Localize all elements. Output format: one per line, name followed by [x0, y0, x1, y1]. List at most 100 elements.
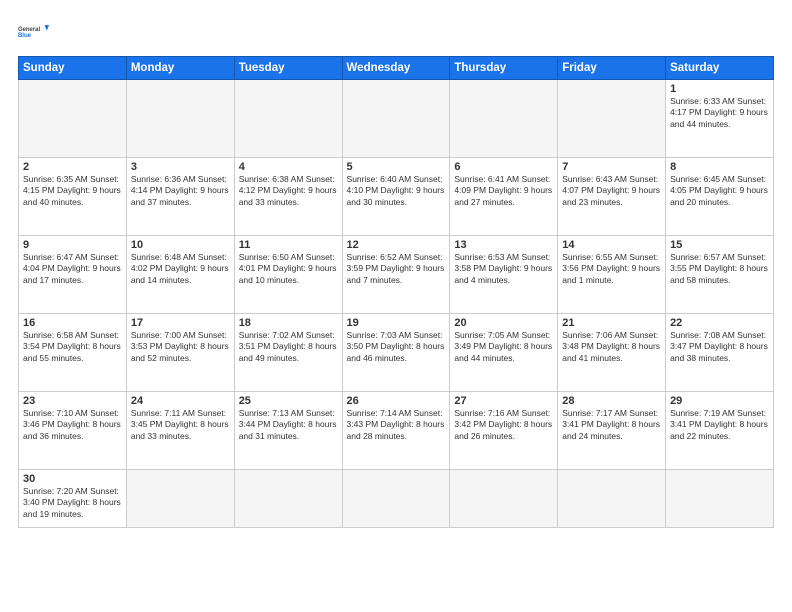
day-info: Sunrise: 7:10 AM Sunset: 3:46 PM Dayligh… — [23, 408, 122, 442]
calendar-cell: 4Sunrise: 6:38 AM Sunset: 4:12 PM Daylig… — [234, 158, 342, 236]
day-number: 27 — [454, 395, 553, 407]
day-number: 22 — [670, 317, 769, 329]
day-number: 4 — [239, 161, 338, 173]
calendar-cell — [126, 470, 234, 528]
calendar-cell: 25Sunrise: 7:13 AM Sunset: 3:44 PM Dayli… — [234, 392, 342, 470]
day-number: 7 — [562, 161, 661, 173]
day-info: Sunrise: 7:14 AM Sunset: 3:43 PM Dayligh… — [347, 408, 446, 442]
day-info: Sunrise: 6:38 AM Sunset: 4:12 PM Dayligh… — [239, 174, 338, 208]
day-info: Sunrise: 7:00 AM Sunset: 3:53 PM Dayligh… — [131, 330, 230, 364]
calendar-cell — [342, 80, 450, 158]
calendar-cell: 8Sunrise: 6:45 AM Sunset: 4:05 PM Daylig… — [666, 158, 774, 236]
day-number: 21 — [562, 317, 661, 329]
day-info: Sunrise: 6:35 AM Sunset: 4:15 PM Dayligh… — [23, 174, 122, 208]
weekday-header-wednesday: Wednesday — [342, 57, 450, 80]
day-info: Sunrise: 6:40 AM Sunset: 4:10 PM Dayligh… — [347, 174, 446, 208]
week-row-4: 16Sunrise: 6:58 AM Sunset: 3:54 PM Dayli… — [19, 314, 774, 392]
calendar-cell: 19Sunrise: 7:03 AM Sunset: 3:50 PM Dayli… — [342, 314, 450, 392]
calendar-cell: 2Sunrise: 6:35 AM Sunset: 4:15 PM Daylig… — [19, 158, 127, 236]
day-number: 26 — [347, 395, 446, 407]
calendar-cell — [558, 80, 666, 158]
day-number: 23 — [23, 395, 122, 407]
calendar-cell: 16Sunrise: 6:58 AM Sunset: 3:54 PM Dayli… — [19, 314, 127, 392]
calendar-cell: 21Sunrise: 7:06 AM Sunset: 3:48 PM Dayli… — [558, 314, 666, 392]
weekday-header-friday: Friday — [558, 57, 666, 80]
calendar-cell: 7Sunrise: 6:43 AM Sunset: 4:07 PM Daylig… — [558, 158, 666, 236]
day-info: Sunrise: 7:08 AM Sunset: 3:47 PM Dayligh… — [670, 330, 769, 364]
day-number: 17 — [131, 317, 230, 329]
week-row-1: 1Sunrise: 6:33 AM Sunset: 4:17 PM Daylig… — [19, 80, 774, 158]
calendar-cell — [450, 470, 558, 528]
calendar-cell: 12Sunrise: 6:52 AM Sunset: 3:59 PM Dayli… — [342, 236, 450, 314]
day-number: 28 — [562, 395, 661, 407]
day-number: 6 — [454, 161, 553, 173]
calendar: SundayMondayTuesdayWednesdayThursdayFrid… — [18, 56, 774, 528]
calendar-cell: 17Sunrise: 7:00 AM Sunset: 3:53 PM Dayli… — [126, 314, 234, 392]
calendar-cell: 15Sunrise: 6:57 AM Sunset: 3:55 PM Dayli… — [666, 236, 774, 314]
calendar-cell — [342, 470, 450, 528]
day-info: Sunrise: 6:33 AM Sunset: 4:17 PM Dayligh… — [670, 96, 769, 130]
calendar-cell: 27Sunrise: 7:16 AM Sunset: 3:42 PM Dayli… — [450, 392, 558, 470]
week-row-2: 2Sunrise: 6:35 AM Sunset: 4:15 PM Daylig… — [19, 158, 774, 236]
day-number: 19 — [347, 317, 446, 329]
day-info: Sunrise: 6:58 AM Sunset: 3:54 PM Dayligh… — [23, 330, 122, 364]
calendar-cell — [666, 470, 774, 528]
generalblue-logo-icon: GeneralBlue — [18, 18, 50, 46]
header: GeneralBlue — [18, 18, 774, 46]
week-row-6: 30Sunrise: 7:20 AM Sunset: 3:40 PM Dayli… — [19, 470, 774, 528]
calendar-cell — [19, 80, 127, 158]
calendar-cell: 28Sunrise: 7:17 AM Sunset: 3:41 PM Dayli… — [558, 392, 666, 470]
day-info: Sunrise: 6:41 AM Sunset: 4:09 PM Dayligh… — [454, 174, 553, 208]
day-info: Sunrise: 6:43 AM Sunset: 4:07 PM Dayligh… — [562, 174, 661, 208]
week-row-5: 23Sunrise: 7:10 AM Sunset: 3:46 PM Dayli… — [19, 392, 774, 470]
calendar-cell: 5Sunrise: 6:40 AM Sunset: 4:10 PM Daylig… — [342, 158, 450, 236]
day-number: 12 — [347, 239, 446, 251]
calendar-cell: 22Sunrise: 7:08 AM Sunset: 3:47 PM Dayli… — [666, 314, 774, 392]
day-number: 25 — [239, 395, 338, 407]
calendar-cell — [234, 470, 342, 528]
day-info: Sunrise: 7:20 AM Sunset: 3:40 PM Dayligh… — [23, 486, 122, 520]
calendar-cell: 20Sunrise: 7:05 AM Sunset: 3:49 PM Dayli… — [450, 314, 558, 392]
day-number: 10 — [131, 239, 230, 251]
calendar-cell: 1Sunrise: 6:33 AM Sunset: 4:17 PM Daylig… — [666, 80, 774, 158]
day-number: 8 — [670, 161, 769, 173]
day-number: 30 — [23, 473, 122, 485]
day-number: 20 — [454, 317, 553, 329]
day-number: 5 — [347, 161, 446, 173]
calendar-cell: 30Sunrise: 7:20 AM Sunset: 3:40 PM Dayli… — [19, 470, 127, 528]
calendar-cell: 18Sunrise: 7:02 AM Sunset: 3:51 PM Dayli… — [234, 314, 342, 392]
svg-text:General: General — [18, 27, 40, 33]
day-info: Sunrise: 7:13 AM Sunset: 3:44 PM Dayligh… — [239, 408, 338, 442]
day-number: 2 — [23, 161, 122, 173]
day-number: 1 — [670, 83, 769, 95]
day-info: Sunrise: 6:36 AM Sunset: 4:14 PM Dayligh… — [131, 174, 230, 208]
logo: GeneralBlue — [18, 18, 50, 46]
day-number: 15 — [670, 239, 769, 251]
calendar-cell — [558, 470, 666, 528]
calendar-cell: 9Sunrise: 6:47 AM Sunset: 4:04 PM Daylig… — [19, 236, 127, 314]
weekday-header-saturday: Saturday — [666, 57, 774, 80]
day-number: 14 — [562, 239, 661, 251]
day-info: Sunrise: 6:52 AM Sunset: 3:59 PM Dayligh… — [347, 252, 446, 286]
week-row-3: 9Sunrise: 6:47 AM Sunset: 4:04 PM Daylig… — [19, 236, 774, 314]
calendar-cell: 29Sunrise: 7:19 AM Sunset: 3:41 PM Dayli… — [666, 392, 774, 470]
day-number: 3 — [131, 161, 230, 173]
weekday-header-monday: Monday — [126, 57, 234, 80]
day-info: Sunrise: 6:50 AM Sunset: 4:01 PM Dayligh… — [239, 252, 338, 286]
calendar-cell: 3Sunrise: 6:36 AM Sunset: 4:14 PM Daylig… — [126, 158, 234, 236]
weekday-header-sunday: Sunday — [19, 57, 127, 80]
day-info: Sunrise: 7:02 AM Sunset: 3:51 PM Dayligh… — [239, 330, 338, 364]
day-info: Sunrise: 6:57 AM Sunset: 3:55 PM Dayligh… — [670, 252, 769, 286]
day-number: 9 — [23, 239, 122, 251]
page: GeneralBlue SundayMondayTuesdayWednesday… — [0, 0, 792, 612]
day-info: Sunrise: 6:47 AM Sunset: 4:04 PM Dayligh… — [23, 252, 122, 286]
day-number: 13 — [454, 239, 553, 251]
weekday-header-tuesday: Tuesday — [234, 57, 342, 80]
day-number: 29 — [670, 395, 769, 407]
day-info: Sunrise: 7:11 AM Sunset: 3:45 PM Dayligh… — [131, 408, 230, 442]
weekday-header-row: SundayMondayTuesdayWednesdayThursdayFrid… — [19, 57, 774, 80]
svg-text:Blue: Blue — [18, 33, 32, 39]
calendar-cell — [126, 80, 234, 158]
calendar-cell: 23Sunrise: 7:10 AM Sunset: 3:46 PM Dayli… — [19, 392, 127, 470]
calendar-cell: 14Sunrise: 6:55 AM Sunset: 3:56 PM Dayli… — [558, 236, 666, 314]
